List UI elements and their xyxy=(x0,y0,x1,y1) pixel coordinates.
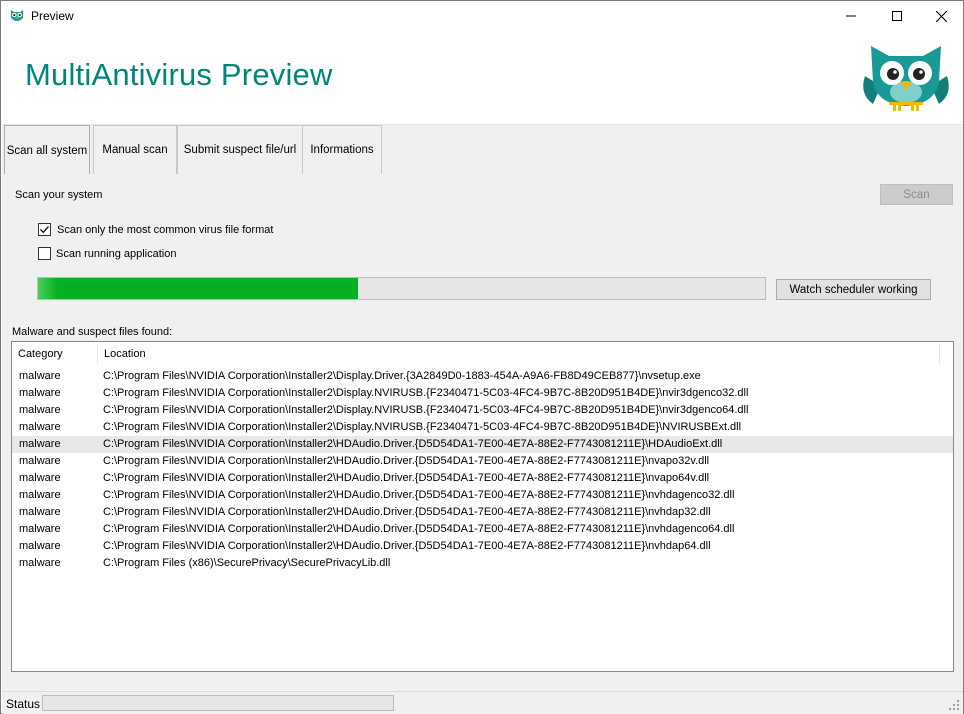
row-category: malware xyxy=(19,421,61,433)
table-row[interactable]: malware C:\Program Files\NVIDIA Corporati… xyxy=(12,436,953,453)
row-category: malware xyxy=(19,387,61,399)
row-location: C:\Program Files\NVIDIA Corporation\Inst… xyxy=(103,387,749,399)
close-icon xyxy=(935,10,947,22)
status-progress-bar xyxy=(42,695,394,711)
results-list[interactable]: Category Location malware C:\Program File… xyxy=(11,341,954,672)
minimize-icon xyxy=(846,15,856,17)
column-divider[interactable] xyxy=(939,344,940,364)
common-format-label[interactable]: Scan only the most common virus file for… xyxy=(57,224,273,236)
scan-progress-fill xyxy=(38,278,358,299)
row-category: malware xyxy=(19,455,61,467)
row-location: C:\Program Files\NVIDIA Corporation\Inst… xyxy=(103,370,701,382)
row-category: malware xyxy=(19,404,61,416)
row-location: C:\Program Files\NVIDIA Corporation\Inst… xyxy=(103,421,742,433)
row-location: C:\Program Files\NVIDIA Corporation\Inst… xyxy=(103,523,735,535)
table-row[interactable]: malware C:\Program Files (x86)\SecurePriv… xyxy=(12,555,953,572)
scan-button[interactable]: Scan xyxy=(880,184,953,205)
row-category: malware xyxy=(19,489,61,501)
minimize-button[interactable] xyxy=(828,1,874,31)
running-app-label[interactable]: Scan running application xyxy=(56,248,176,260)
title-bar[interactable]: Preview xyxy=(1,1,963,31)
row-category: malware xyxy=(19,540,61,552)
row-location: C:\Program Files\NVIDIA Corporation\Inst… xyxy=(103,489,735,501)
resize-grip-icon[interactable] xyxy=(948,699,960,711)
table-row[interactable]: malware C:\Program Files\NVIDIA Corporati… xyxy=(12,453,953,470)
row-category: malware xyxy=(19,370,61,382)
tab-scan-all-system[interactable]: Scan all system xyxy=(4,125,90,175)
maximize-button[interactable] xyxy=(874,1,920,31)
table-row[interactable]: malware C:\Program Files\NVIDIA Corporati… xyxy=(12,504,953,521)
status-label: Status xyxy=(6,697,41,711)
app-title: MultiAntivirus Preview xyxy=(25,57,333,92)
owl-logo-icon xyxy=(863,46,949,111)
column-header-location[interactable]: Location xyxy=(98,342,939,366)
row-location: C:\Program Files\NVIDIA Corporation\Inst… xyxy=(103,438,723,450)
table-row[interactable]: malware C:\Program Files\NVIDIA Corporati… xyxy=(12,368,953,385)
window-title: Preview xyxy=(31,9,74,23)
row-location: C:\Program Files\NVIDIA Corporation\Inst… xyxy=(103,455,710,467)
table-row[interactable]: malware C:\Program Files\NVIDIA Corporati… xyxy=(12,538,953,555)
results-rows: malware C:\Program Files\NVIDIA Corporati… xyxy=(12,368,953,572)
results-label: Malware and suspect files found: xyxy=(12,326,173,338)
row-category: malware xyxy=(19,438,61,450)
table-row[interactable]: malware C:\Program Files\NVIDIA Corporati… xyxy=(12,402,953,419)
tab-manual-scan[interactable]: Manual scan xyxy=(93,125,177,174)
maximize-icon xyxy=(892,11,902,21)
running-app-checkbox[interactable] xyxy=(38,247,51,260)
row-category: malware xyxy=(19,472,61,484)
app-window: Preview MultiAntivirus Preview Scan all … xyxy=(0,0,964,714)
row-location: C:\Program Files (x86)\SecurePrivacy\Sec… xyxy=(103,557,391,569)
table-row[interactable]: malware C:\Program Files\NVIDIA Corporati… xyxy=(12,470,953,487)
close-button[interactable] xyxy=(918,1,964,31)
app-header: MultiAntivirus Preview xyxy=(1,31,963,124)
scan-section-label: Scan your system xyxy=(15,189,103,201)
row-category: malware xyxy=(19,506,61,518)
status-bar: Status xyxy=(2,691,963,714)
table-row[interactable]: malware C:\Program Files\NVIDIA Corporati… xyxy=(12,419,953,436)
table-row[interactable]: malware C:\Program Files\NVIDIA Corporati… xyxy=(12,521,953,538)
row-location: C:\Program Files\NVIDIA Corporation\Inst… xyxy=(103,506,711,518)
row-location: C:\Program Files\NVIDIA Corporation\Inst… xyxy=(103,472,710,484)
row-location: C:\Program Files\NVIDIA Corporation\Inst… xyxy=(103,404,749,416)
watch-scheduler-button[interactable]: Watch scheduler working xyxy=(776,279,931,300)
tab-strip: Scan all system Manual scan Submit suspe… xyxy=(2,124,963,175)
tab-informations[interactable]: Informations xyxy=(302,125,382,174)
row-category: malware xyxy=(19,557,61,569)
tab-submit-suspect[interactable]: Submit suspect file/url xyxy=(177,125,303,174)
table-row[interactable]: malware C:\Program Files\NVIDIA Corporati… xyxy=(12,487,953,504)
results-list-header: Category Location xyxy=(12,342,953,366)
owl-app-icon xyxy=(11,10,23,21)
row-category: malware xyxy=(19,523,61,535)
row-location: C:\Program Files\NVIDIA Corporation\Inst… xyxy=(103,540,711,552)
table-row[interactable]: malware C:\Program Files\NVIDIA Corporati… xyxy=(12,385,953,402)
common-format-checkbox[interactable] xyxy=(38,223,51,236)
scan-progress-bar xyxy=(37,277,766,300)
column-header-category[interactable]: Category xyxy=(12,342,98,366)
checkmark-icon xyxy=(40,226,49,234)
